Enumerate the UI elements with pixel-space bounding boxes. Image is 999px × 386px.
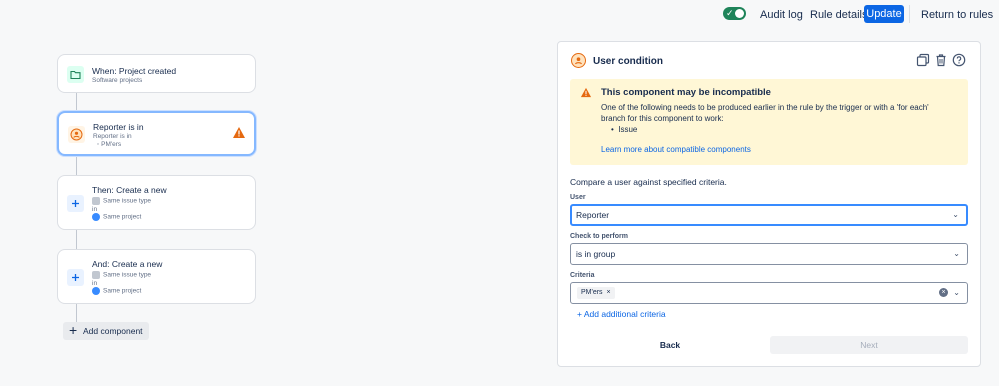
in-label: in — [92, 206, 98, 213]
check-value: is in group — [576, 249, 616, 259]
project-name: Same project — [103, 287, 142, 295]
add-component-button[interactable]: + Add component — [63, 322, 149, 340]
next-button[interactable]: Next — [770, 336, 968, 354]
user-value: Reporter — [576, 210, 610, 220]
trigger-card[interactable]: When: Project created Software projects — [57, 54, 256, 93]
rule-enabled-toggle[interactable]: ✓ — [723, 7, 746, 20]
card-title: When: Project created — [92, 66, 177, 76]
update-button[interactable]: Update — [864, 5, 904, 23]
issue-type-icon — [92, 197, 100, 205]
action-card[interactable]: And: Create a new Same issue type in Sam… — [57, 249, 256, 304]
warning-icon — [232, 126, 246, 142]
chevron-down-icon: ⌄ — [953, 249, 960, 258]
group-label: ◦ PM'ers — [97, 141, 121, 148]
criteria-select[interactable]: PM'ers × × ⌄ — [570, 282, 968, 304]
toggle-knob — [735, 9, 744, 18]
issue-type: Same issue type — [103, 271, 152, 279]
card-subtitle: Reporter is in — [93, 133, 132, 140]
panel-title: User condition — [593, 56, 664, 67]
chevron-down-icon: ⌄ — [952, 210, 959, 219]
plus-icon: + — [69, 322, 78, 338]
add-criteria-link[interactable]: + Add additional criteria — [577, 309, 666, 319]
warning-bullet: • Issue — [611, 125, 638, 134]
connector — [76, 156, 77, 175]
check-icon: ✓ — [726, 8, 734, 18]
card-title: Reporter is in — [93, 122, 144, 132]
connector — [76, 230, 77, 249]
back-button[interactable]: Back — [580, 336, 760, 354]
issue-type-label: Same issue type — [92, 197, 151, 205]
component-panel: User condition This component may be inc… — [557, 41, 981, 367]
learn-more-link[interactable]: Learn more about compatible components — [601, 145, 751, 154]
condition-card[interactable]: Reporter is in Reporter is in ◦ PM'ers — [57, 111, 256, 156]
action-card[interactable]: Then: Create a new Same issue type in Sa… — [57, 175, 256, 230]
card-subtitle: Software projects — [92, 77, 143, 84]
folder-icon — [67, 66, 84, 83]
clear-icon[interactable]: × — [939, 288, 948, 297]
check-field-label: Check to perform — [570, 233, 628, 240]
bullet-text: Issue — [618, 125, 638, 134]
project-icon — [92, 287, 100, 295]
project-label: Same project — [92, 287, 141, 295]
user-icon — [68, 126, 85, 143]
group-name: PM'ers — [101, 141, 122, 148]
add-component-label: Add component — [83, 326, 143, 336]
warning-text: One of the following needs to be produce… — [601, 103, 929, 123]
trash-icon[interactable] — [934, 53, 948, 67]
tag-label: PM'ers — [581, 289, 603, 296]
connector — [76, 93, 77, 111]
warning-icon — [580, 87, 592, 101]
project-icon — [92, 213, 100, 221]
incompatible-warning: This component may be incompatible One o… — [570, 79, 968, 165]
plus-icon — [67, 269, 84, 286]
in-label: in — [92, 280, 98, 287]
audit-log-button[interactable]: Audit log — [760, 9, 803, 21]
check-select[interactable]: is in group ⌄ — [570, 243, 968, 265]
project-name: Same project — [103, 213, 142, 221]
warning-title: This component may be incompatible — [601, 87, 771, 98]
connector — [76, 304, 77, 322]
issue-type: Same issue type — [103, 197, 152, 205]
project-label: Same project — [92, 213, 141, 221]
criteria-tag: PM'ers × — [577, 287, 615, 299]
intro-text: Compare a user against specified criteri… — [570, 177, 727, 187]
user-icon — [571, 53, 586, 68]
plus-icon — [67, 195, 84, 212]
rule-details-button[interactable]: Rule details — [810, 9, 867, 21]
help-icon[interactable] — [952, 53, 966, 67]
divider — [909, 5, 910, 23]
card-title: Then: Create a new — [92, 185, 167, 195]
issue-type-icon — [92, 271, 100, 279]
user-select[interactable]: Reporter ⌄ — [570, 204, 968, 226]
chevron-down-icon: ⌄ — [953, 288, 960, 297]
issue-type-label: Same issue type — [92, 271, 151, 279]
top-bar: ✓ Audit log Rule details Update Return t… — [0, 0, 999, 30]
user-field-label: User — [570, 194, 586, 201]
criteria-field-label: Criteria — [570, 272, 595, 279]
duplicate-icon[interactable] — [916, 53, 930, 67]
return-to-rules-button[interactable]: Return to rules — [921, 9, 993, 21]
card-title: And: Create a new — [92, 259, 163, 269]
remove-tag-icon[interactable]: × — [606, 289, 610, 296]
